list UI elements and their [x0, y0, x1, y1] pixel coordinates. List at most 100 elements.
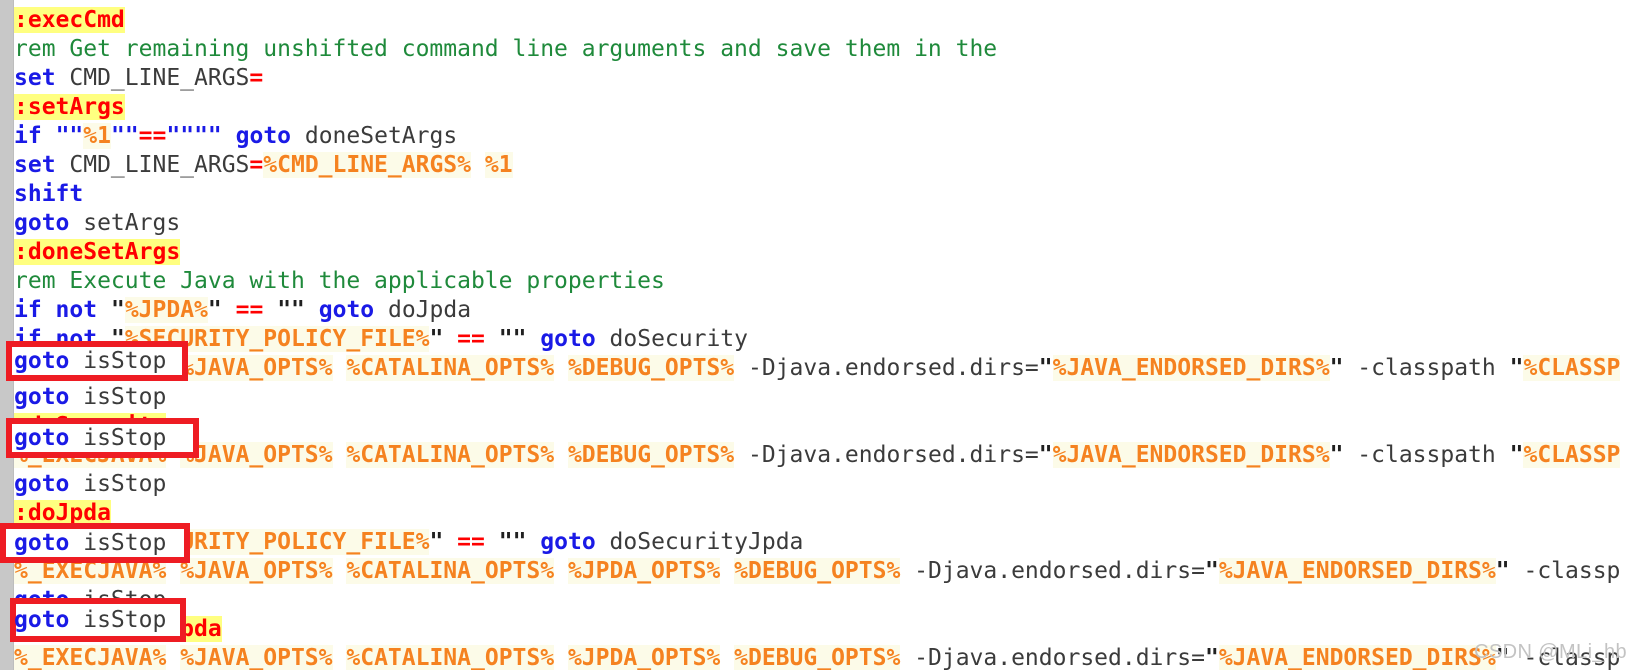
code-token-op: =	[249, 152, 264, 178]
code-token-kw: if not	[14, 297, 98, 323]
code-token-plain: isStop	[69, 471, 167, 497]
code-token-var: %DEBUG_OPTS%	[734, 645, 901, 670]
code-line: :execCmd	[14, 6, 1641, 35]
code-line: goto isStop	[14, 586, 1641, 615]
code-line: %_EXECJAVA% %JAVA_OPTS% %CATALINA_OPTS% …	[14, 354, 1641, 383]
code-token-dq: "	[1038, 442, 1053, 468]
editor-gutter	[0, 0, 14, 670]
code-line: %_EXECJAVA% %JAVA_OPTS% %CATALINA_OPTS% …	[14, 644, 1641, 670]
code-line: :setArgs	[14, 93, 1641, 122]
code-line: rem Get remaining unshifted command line…	[14, 35, 1641, 64]
code-token-var: %CLASSP	[1523, 442, 1621, 468]
code-token-var: %DEBUG_OPTS%	[567, 355, 735, 381]
code-token-plain: isStop	[69, 530, 167, 556]
code-token-kw: goto	[14, 348, 70, 374]
code-token-plain: -Djava.endorsed.dirs=	[900, 645, 1205, 670]
code-token-op: ==	[235, 297, 264, 323]
code-line: if not "%SECURITY_POLICY_FILE%" == "" go…	[14, 325, 1641, 354]
code-token-dq: "	[110, 297, 125, 323]
code-token-dq: ""	[498, 326, 527, 352]
code-token-var: %JPDA%	[124, 297, 208, 323]
code-token-var: %CATALINA_OPTS%	[346, 558, 555, 584]
code-line: set CMD_LINE_ARGS=%CMD_LINE_ARGS% %1	[14, 151, 1641, 180]
code-token-var: %CATALINA_OPTS%	[346, 442, 555, 468]
code-content: :execCmd rem Get remaining unshifted comm…	[14, 6, 1641, 670]
code-token-var: %JAVA_ENDORSED_DIRS%	[1052, 442, 1330, 468]
code-token-var: %CMD_LINE_ARGS%	[263, 152, 471, 178]
code-token-var: %JAVA_ENDORSED_DIRS%	[1218, 558, 1496, 584]
code-line: :doJpda	[14, 499, 1641, 528]
code-line: goto isStop	[14, 383, 1641, 412]
code-token-plain: -Djava.endorsed.dirs=	[900, 558, 1205, 584]
code-token-var: %JAVA_ENDORSED_DIRS%	[1218, 645, 1496, 670]
code-token-var: %1	[83, 123, 111, 149]
code-token-plain: -classpath	[1343, 355, 1510, 381]
code-token-dq: "	[429, 326, 444, 352]
code-token-dq: "	[1038, 355, 1053, 381]
code-token-kw: goto	[318, 297, 375, 323]
code-token-plain: doSecurity	[595, 326, 749, 352]
code-token-kw: goto	[14, 384, 70, 410]
code-token-kw: shift	[14, 181, 84, 207]
code-token-lbl: :execCmd	[14, 7, 125, 33]
code-line: shift	[14, 180, 1641, 209]
code-token-op: ==	[457, 529, 485, 555]
code-line: goto setArgs	[14, 209, 1641, 238]
code-token-dq: "	[1329, 442, 1344, 468]
code-editor-pane: :execCmd rem Get remaining unshifted comm…	[0, 0, 1641, 670]
code-token-lbl: :doneSetArgs	[14, 239, 181, 265]
code-token-qt: ""	[55, 123, 84, 149]
code-line: if ""%1""=="""" goto doneSetArgs	[14, 122, 1641, 151]
code-token-rem: rem Execute Java with the applicable pro…	[14, 268, 665, 294]
code-token-plain: doneSetArgs	[291, 123, 458, 149]
code-token-kw: goto	[14, 471, 70, 497]
code-token-kw: set	[14, 152, 56, 178]
code-token-kw: goto	[14, 607, 70, 633]
annotated-code-line: goto isStop	[14, 606, 166, 635]
code-token-kw: goto	[540, 326, 596, 352]
code-token-var: %JAVA_OPTS%	[180, 645, 333, 670]
code-line: %_EXECJAVA% %JAVA_OPTS% %CATALINA_OPTS% …	[14, 441, 1641, 470]
code-token-plain: doSecurityJpda	[595, 529, 804, 555]
code-line: :doneSetArgs	[14, 238, 1641, 267]
code-token-var: %JPDA_OPTS%	[567, 645, 721, 670]
code-token-plain: isStop	[69, 425, 167, 451]
code-token-kw: goto	[540, 529, 596, 555]
code-line: rem Execute Java with the applicable pro…	[14, 267, 1641, 296]
code-token-plain: isStop	[69, 607, 167, 633]
code-token-plain: -classpath	[1343, 442, 1510, 468]
code-token-var: %CLASSP	[1523, 355, 1621, 381]
annotated-code-line: goto isStop	[14, 529, 166, 558]
code-token-plain: -classp	[1509, 558, 1621, 584]
code-token-var: %JAVA_ENDORSED_DIRS%	[1052, 355, 1330, 381]
code-token-var: %DEBUG_OPTS%	[567, 442, 735, 468]
code-token-dq: "	[1509, 442, 1524, 468]
code-token-dq: "	[207, 297, 222, 323]
code-token-var: %_EXECJAVA%	[14, 645, 167, 670]
code-line: if not "%SECURITY_POLICY_FILE%" == "" go…	[14, 528, 1641, 557]
code-token-rem: rem Get remaining unshifted command line…	[14, 36, 998, 62]
code-token-qt: """"	[166, 123, 222, 149]
code-token-dq: ""	[277, 297, 305, 323]
code-token-dq: "	[1495, 558, 1510, 584]
